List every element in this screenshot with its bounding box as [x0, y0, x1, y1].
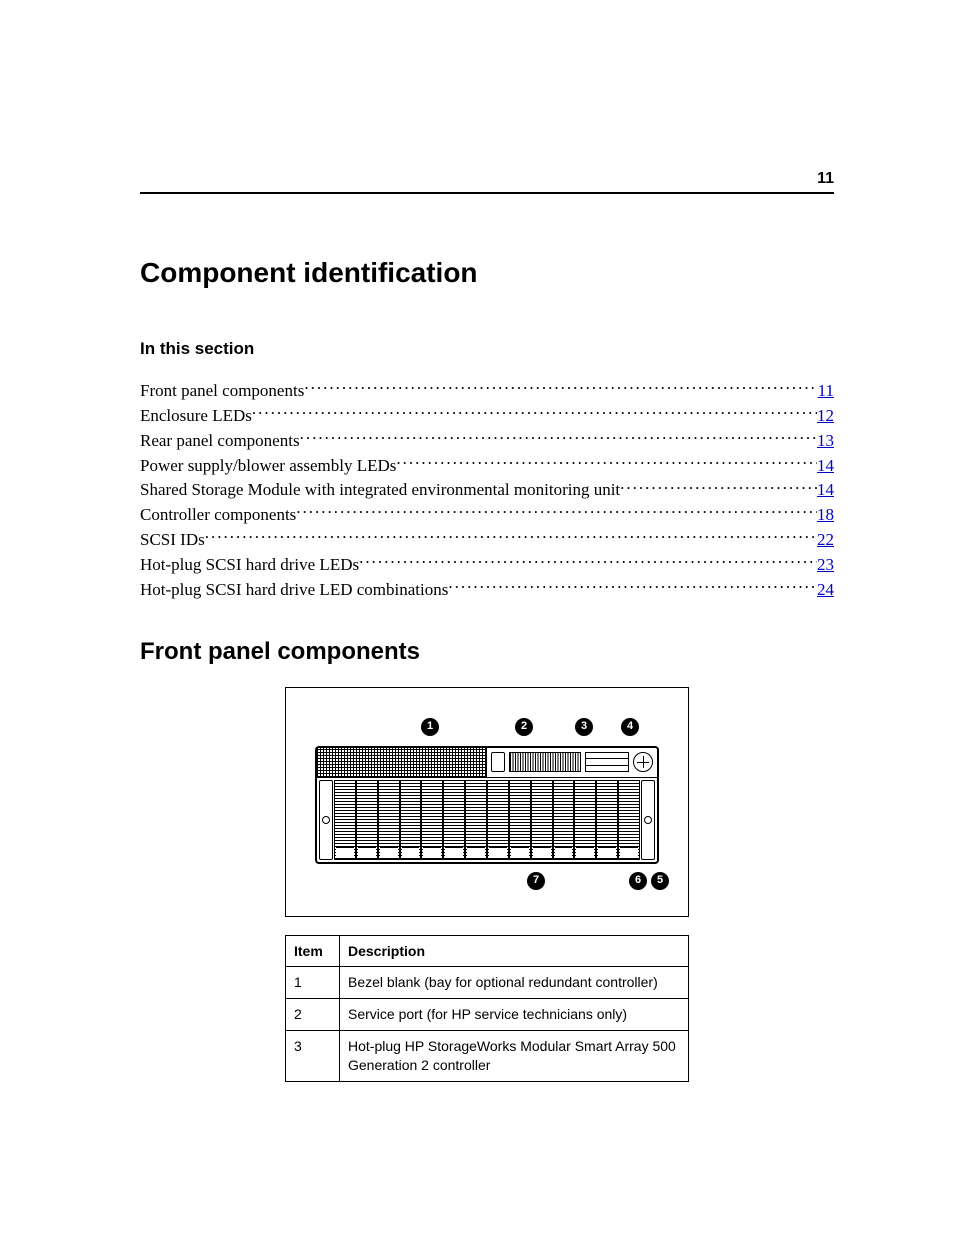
controller-icon — [509, 752, 581, 772]
table-cell-description: Bezel blank (bay for optional redundant … — [340, 967, 689, 999]
toc-page-link[interactable]: 14 — [817, 479, 834, 502]
toc-label: Enclosure LEDs — [140, 405, 252, 428]
toc-row: SCSI IDs 22 — [140, 528, 834, 552]
service-port-icon — [491, 752, 505, 772]
toc-leader-dots — [359, 553, 817, 570]
table-cell-item: 3 — [286, 1031, 340, 1082]
chassis-diagram — [315, 746, 659, 864]
toc-leader-dots — [300, 429, 817, 446]
toc-page-link[interactable]: 11 — [818, 380, 834, 403]
toc-leader-dots — [296, 503, 817, 520]
drive-bay-icon — [553, 780, 575, 860]
callouts-bottom: 765 — [315, 870, 659, 894]
toc-row: Hot-plug SCSI hard drive LEDs 23 — [140, 553, 834, 577]
toc-row: Front panel components 11 — [140, 379, 834, 403]
toc-leader-dots — [396, 454, 817, 471]
chassis-top-row — [317, 748, 657, 778]
callout-marker: 1 — [421, 718, 439, 736]
page-number: 11 — [817, 168, 834, 190]
drive-bay-icon — [334, 780, 356, 860]
toc-label: Power supply/blower assembly LEDs — [140, 455, 396, 478]
toc-row: Hot-plug SCSI hard drive LED combination… — [140, 578, 834, 602]
toc-label: Hot-plug SCSI hard drive LEDs — [140, 554, 359, 577]
toc-label: Shared Storage Module with integrated en… — [140, 479, 620, 502]
toc-row: Enclosure LEDs 12 — [140, 404, 834, 428]
toc-label: Rear panel components — [140, 430, 300, 453]
callout-marker: 7 — [527, 872, 545, 890]
toc-page-link[interactable]: 22 — [817, 529, 834, 552]
drive-bay-icon — [421, 780, 443, 860]
drive-bay-icon — [531, 780, 553, 860]
table-row: 1Bezel blank (bay for optional redundant… — [286, 967, 689, 999]
drive-bay-icon — [618, 780, 640, 860]
lcd-icon — [585, 752, 629, 772]
section-label: In this section — [140, 338, 834, 361]
toc-label: SCSI IDs — [140, 529, 205, 552]
drive-bay-icon — [378, 780, 400, 860]
drive-bay-icon — [443, 780, 465, 860]
toc-row: Power supply/blower assembly LEDs 14 — [140, 454, 834, 478]
toc-leader-dots — [620, 478, 817, 495]
drive-bay-icon — [596, 780, 618, 860]
table-header-description: Description — [340, 935, 689, 967]
toc-page-link[interactable]: 18 — [817, 504, 834, 527]
drive-bay-icon — [356, 780, 378, 860]
toc-label: Hot-plug SCSI hard drive LED combination… — [140, 579, 448, 602]
toc-row: Rear panel components 13 — [140, 429, 834, 453]
table-cell-description: Service port (for HP service technicians… — [340, 999, 689, 1031]
table-row: 3Hot-plug HP StorageWorks Modular Smart … — [286, 1031, 689, 1082]
toc-label: Front panel components — [140, 380, 304, 403]
rack-ear-right-icon — [641, 780, 655, 860]
toc-label: Controller components — [140, 504, 296, 527]
toc-page-link[interactable]: 12 — [817, 405, 834, 428]
toc-page-link[interactable]: 14 — [817, 455, 834, 478]
drive-bay-icon — [574, 780, 596, 860]
toc-page-link[interactable]: 24 — [817, 579, 834, 602]
callout-marker: 4 — [621, 718, 639, 736]
callout-marker: 3 — [575, 718, 593, 736]
table-cell-item: 1 — [286, 967, 340, 999]
section-heading-front-panel: Front panel components — [140, 636, 834, 668]
toc-leader-dots — [304, 379, 817, 396]
header-rule — [140, 192, 834, 194]
toc-leader-dots — [205, 528, 817, 545]
table-of-contents: Front panel components 11 Enclosure LEDs 12… — [140, 379, 834, 602]
table-cell-item: 2 — [286, 999, 340, 1031]
front-panel-figure: 1 2 3 4 7 65 — [285, 687, 689, 917]
knob-icon — [633, 752, 653, 772]
component-table: Item Description 1Bezel blank (bay for o… — [285, 935, 689, 1082]
drive-bay-icon — [487, 780, 509, 860]
table-row: 2Service port (for HP service technician… — [286, 999, 689, 1031]
toc-leader-dots — [252, 404, 817, 421]
drive-bay-icon — [400, 780, 422, 860]
toc-leader-dots — [448, 578, 817, 595]
callouts-top: 1 2 3 4 — [315, 716, 659, 740]
toc-row: Shared Storage Module with integrated en… — [140, 478, 834, 502]
page-title: Component identification — [140, 254, 834, 292]
rack-ear-left-icon — [319, 780, 333, 860]
controller-bay — [487, 748, 657, 777]
toc-page-link[interactable]: 13 — [817, 430, 834, 453]
toc-page-link[interactable]: 23 — [817, 554, 834, 577]
table-header-item: Item — [286, 935, 340, 967]
callout-marker: 6 — [629, 872, 647, 890]
table-cell-description: Hot-plug HP StorageWorks Modular Smart A… — [340, 1031, 689, 1082]
bezel-blank-icon — [317, 748, 487, 777]
drive-bay-icon — [465, 780, 487, 860]
drive-bays — [317, 778, 657, 862]
toc-row: Controller components 18 — [140, 503, 834, 527]
drive-bay-icon — [509, 780, 531, 860]
callout-marker: 5 — [651, 872, 669, 890]
callout-marker: 2 — [515, 718, 533, 736]
